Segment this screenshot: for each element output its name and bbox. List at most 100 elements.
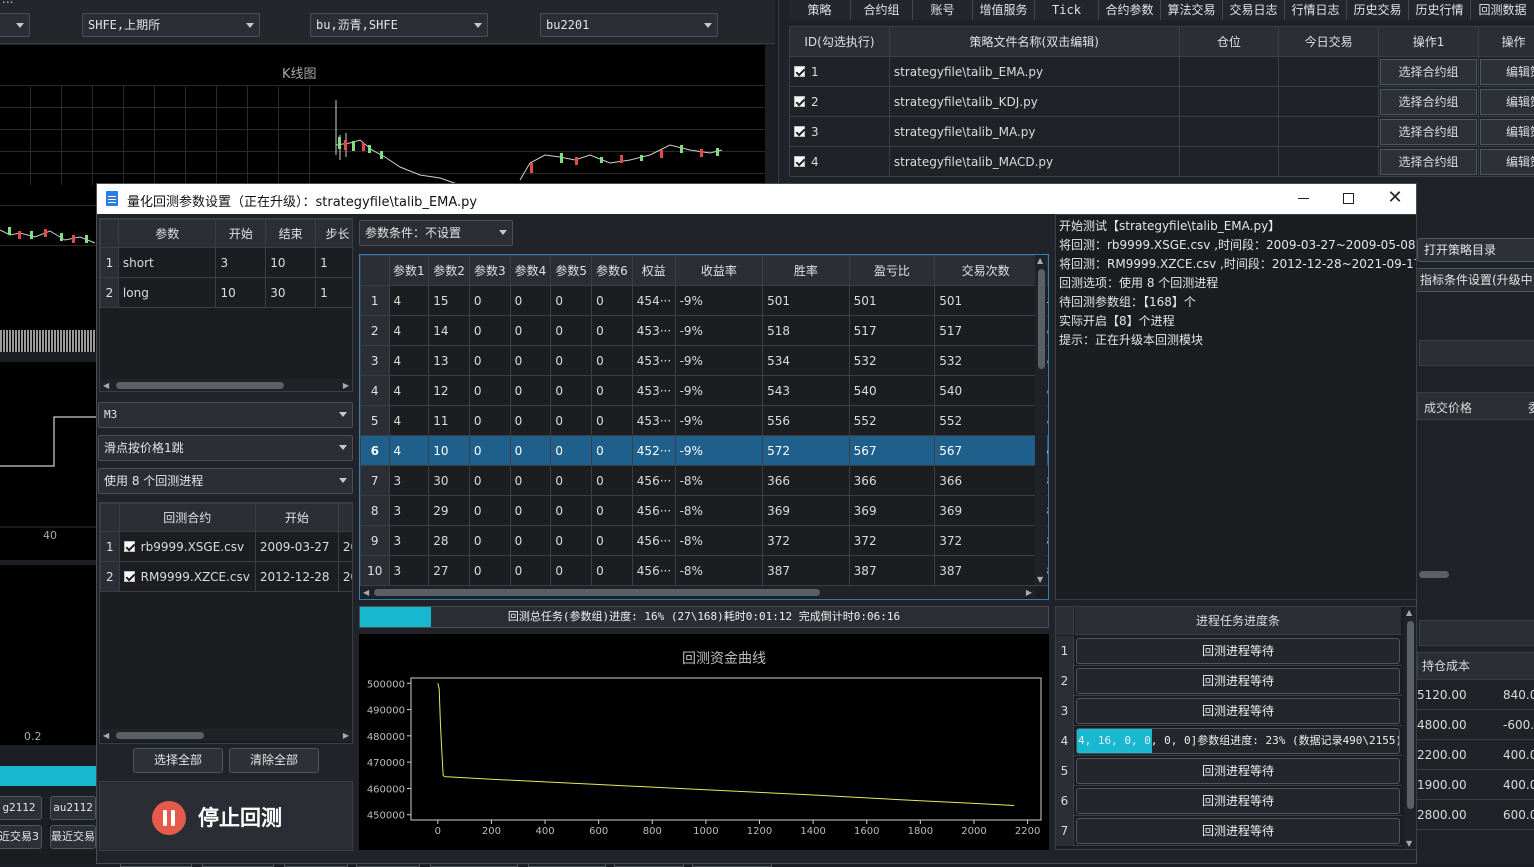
edit-strategy-button[interactable]: 编辑策 <box>1480 59 1534 85</box>
result-cell[interactable]: 517 <box>849 316 935 346</box>
select-all-button[interactable]: 选择全部 <box>133 748 223 773</box>
results-vscroll[interactable]: ▲▼ <box>1035 255 1047 585</box>
result-cell[interactable]: 0 <box>469 406 510 436</box>
result-cell[interactable]: 0 <box>469 556 510 586</box>
result-cell[interactable]: 454··· <box>632 286 675 316</box>
bg-btn-4[interactable]: 最近交易 <box>50 825 96 849</box>
col-pl-ratio[interactable]: 盈亏比 <box>849 256 935 286</box>
results-hscroll[interactable]: ◀▶ <box>360 586 1035 598</box>
strategy-file[interactable]: strategyfile\talib_MACD.py <box>889 147 1179 177</box>
table-row[interactable]: 1 strategyfile\talib_EMA.py 选择合约组 编辑策 <box>790 57 1534 87</box>
result-cell[interactable]: 0 <box>510 466 551 496</box>
result-cell[interactable]: 0 <box>592 466 633 496</box>
result-cell[interactable]: 366 <box>763 466 850 496</box>
result-cell[interactable]: 556 <box>763 406 850 436</box>
result-cell[interactable]: 0 <box>510 316 551 346</box>
result-cell[interactable]: 0 <box>592 436 633 466</box>
contract-start[interactable]: 2009-03-27 <box>255 532 338 562</box>
result-cell[interactable]: 30 <box>429 466 470 496</box>
result-cell[interactable]: -8% <box>675 556 763 586</box>
position-scroll[interactable] <box>1417 568 1534 580</box>
result-cell[interactable]: 567 <box>849 436 935 466</box>
result-cell[interactable]: 4 <box>389 376 429 406</box>
result-cell[interactable]: -8% <box>675 496 763 526</box>
result-cell[interactable]: 0 <box>510 406 551 436</box>
tab-strategy[interactable]: 策略 <box>789 0 851 20</box>
checkbox[interactable] <box>124 571 135 582</box>
result-cell[interactable]: 0 <box>469 496 510 526</box>
result-cell[interactable]: 0 <box>592 316 633 346</box>
product-combo[interactable]: bu,沥青,SHFE <box>310 13 488 37</box>
result-cell[interactable]: 387 <box>935 556 1037 586</box>
strategy-file[interactable]: strategyfile\talib_EMA.py <box>889 57 1179 87</box>
tab-history-market[interactable]: 历史行情 <box>1409 0 1471 20</box>
select-group-button[interactable]: 选择合约组 <box>1380 149 1477 175</box>
result-cell[interactable]: -9% <box>675 286 763 316</box>
table-row[interactable]: 44120000453···-9%5435405405 <box>361 376 1050 406</box>
result-cell[interactable]: 453··· <box>632 376 675 406</box>
result-cell[interactable]: 366 <box>849 466 935 496</box>
checkbox[interactable] <box>794 66 805 77</box>
result-cell[interactable]: 0 <box>551 526 592 556</box>
exchange-combo[interactable]: SHFE,上期所 <box>82 13 260 37</box>
result-cell[interactable]: 543 <box>763 376 850 406</box>
result-cell[interactable]: 540 <box>935 376 1037 406</box>
contracts-hscroll[interactable]: ◀▶ <box>100 729 352 741</box>
param-end[interactable]: 10 <box>266 248 316 278</box>
result-cell[interactable]: 456··· <box>632 526 675 556</box>
tab-value-added[interactable]: 增值服务 <box>973 0 1035 20</box>
col-end[interactable]: 结束 <box>266 220 316 248</box>
result-cell[interactable]: 0 <box>510 286 551 316</box>
col-file[interactable]: 策略文件名称(双击编辑) <box>889 27 1179 57</box>
result-cell[interactable]: 3 <box>389 556 429 586</box>
maximize-icon[interactable] <box>1343 193 1354 204</box>
table-row[interactable]: 34130000453···-9%5345325325 <box>361 346 1050 376</box>
edit-strategy-button[interactable]: 编辑策 <box>1480 89 1534 115</box>
result-cell[interactable]: 369 <box>935 496 1037 526</box>
result-cell[interactable]: 0 <box>469 286 510 316</box>
checkbox[interactable] <box>124 541 135 552</box>
checkbox[interactable] <box>794 156 805 167</box>
result-cell[interactable]: 0 <box>592 376 633 406</box>
select-group-button[interactable]: 选择合约组 <box>1380 119 1477 145</box>
result-cell[interactable]: 0 <box>551 436 592 466</box>
result-cell[interactable]: 0 <box>592 346 633 376</box>
result-cell[interactable]: 0 <box>592 406 633 436</box>
select-group-button[interactable]: 选择合约组 <box>1380 59 1477 85</box>
result-cell[interactable]: 14 <box>429 316 470 346</box>
tab-tick[interactable]: Tick <box>1035 0 1099 20</box>
table-row[interactable]: 14150000454···-9%5015015014 <box>361 286 1050 316</box>
result-cell[interactable]: 372 <box>849 526 935 556</box>
result-cell[interactable]: 3 <box>389 526 429 556</box>
table-row[interactable]: 2200.00400.0 <box>1417 740 1534 770</box>
strategy-file[interactable]: strategyfile\talib_MA.py <box>889 117 1179 147</box>
col-op2[interactable]: 操作 <box>1478 27 1534 57</box>
col-position[interactable]: 仓位 <box>1179 27 1279 57</box>
table-row[interactable]: 2 strategyfile\talib_KDJ.py 选择合约组 编辑策 <box>790 87 1534 117</box>
result-cell[interactable]: 0 <box>592 496 633 526</box>
edit-strategy-button[interactable]: 编辑策 <box>1480 149 1534 175</box>
tab-contract-group[interactable]: 合约组 <box>851 0 913 20</box>
contract-end[interactable]: 200 <box>338 532 353 562</box>
result-cell[interactable]: 10 <box>429 436 470 466</box>
table-row[interactable]: 3 strategyfile\talib_MA.py 选择合约组 编辑策 <box>790 117 1534 147</box>
param-name[interactable]: long <box>118 278 216 308</box>
result-cell[interactable]: 27 <box>429 556 470 586</box>
result-cell[interactable]: 0 <box>469 466 510 496</box>
result-cell[interactable]: 0 <box>469 346 510 376</box>
result-cell[interactable]: 532 <box>849 346 935 376</box>
result-cell[interactable]: -9% <box>675 406 763 436</box>
bg-btn-2[interactable]: au2112 <box>50 796 96 820</box>
col-step[interactable]: 步长 <box>316 220 353 248</box>
processes-combo[interactable]: 使用 8 个回测进程 <box>98 468 353 494</box>
col-equity[interactable]: 权益 <box>632 256 675 286</box>
col-today[interactable]: 今日交易 <box>1279 27 1379 57</box>
period-combo[interactable]: M3 <box>98 402 353 428</box>
col-op1[interactable]: 操作1 <box>1379 27 1479 57</box>
hold-cost-header[interactable]: 持仓成本 <box>1417 652 1534 680</box>
table-row[interactable]: 4 strategyfile\talib_MACD.py 选择合约组 编辑策 <box>790 147 1534 177</box>
result-cell[interactable]: 28 <box>429 526 470 556</box>
select-group-button[interactable]: 选择合约组 <box>1380 89 1477 115</box>
slippage-combo[interactable]: 滑点按价格1跳 <box>98 435 353 461</box>
result-cell[interactable]: 540 <box>849 376 935 406</box>
